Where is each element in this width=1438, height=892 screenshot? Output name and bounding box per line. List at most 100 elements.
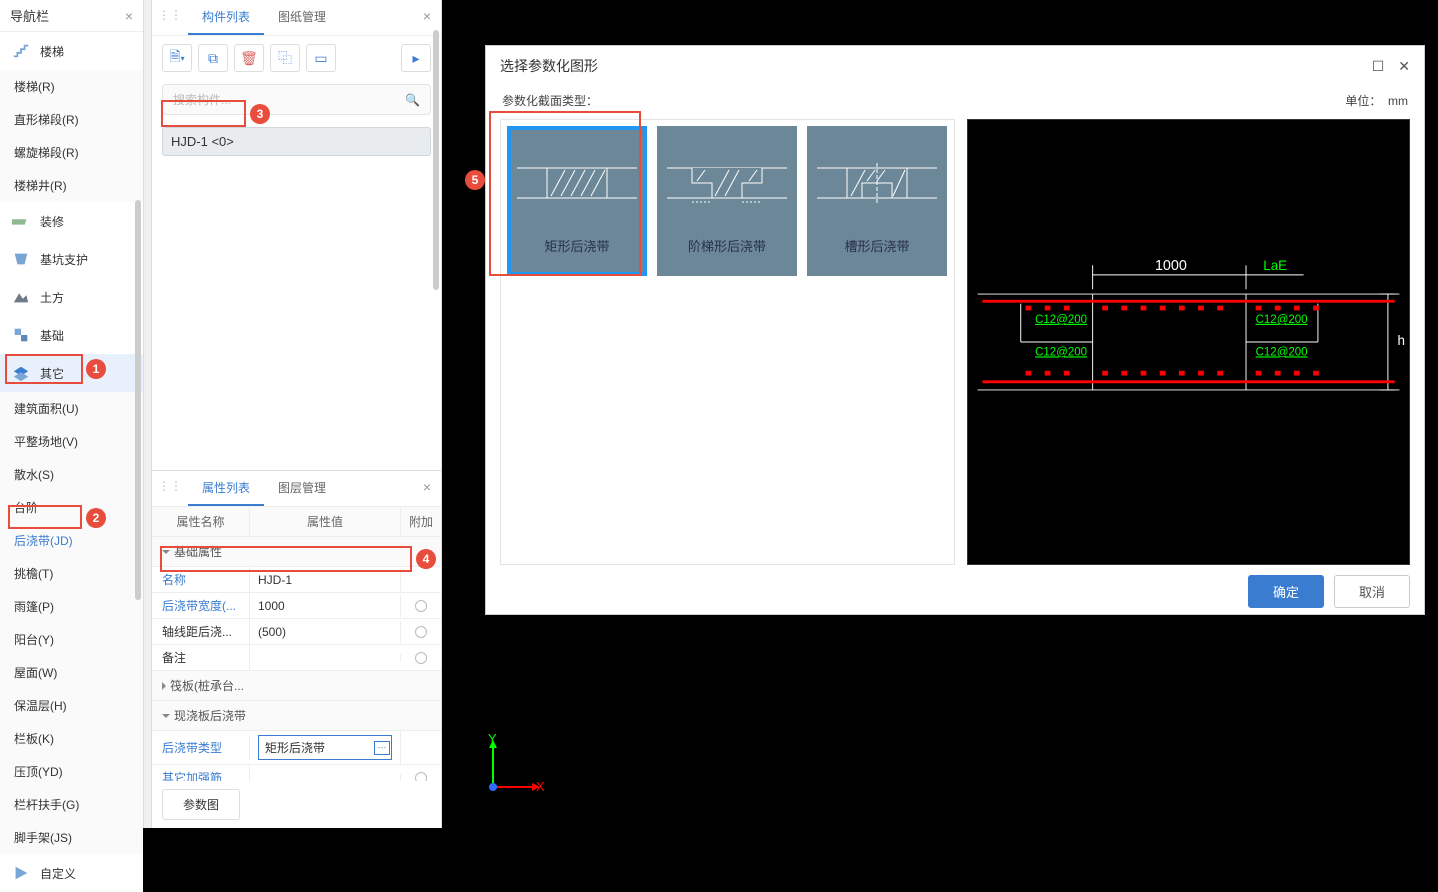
radio[interactable] [415, 626, 427, 638]
col-header-extra: 附加 [401, 507, 441, 536]
search-input[interactable]: 搜索构件... 🔍 [162, 84, 431, 115]
search-placeholder: 搜索构件... [173, 91, 231, 108]
rebar-spec[interactable]: C12@200 [1256, 346, 1308, 358]
more-button[interactable]: ▸ [401, 44, 431, 72]
nav-item[interactable]: 直形梯段(R) [0, 103, 143, 136]
param-button[interactable]: 参数图 [162, 789, 240, 820]
prop-name: 名称 [152, 567, 250, 592]
nav-cat-found[interactable]: 基础 [0, 316, 143, 354]
mountain-icon [12, 288, 30, 306]
nav-item[interactable]: 平整场地(V) [0, 425, 143, 458]
nav-cat-decor[interactable]: 装修 [0, 202, 143, 240]
nav-cat-label: 自定义 [40, 865, 76, 882]
nav-item-hjd[interactable]: 后浇带(JD) [0, 524, 143, 557]
nav-cat-label: 土方 [40, 289, 64, 306]
tab-properties[interactable]: 属性列表 [188, 471, 264, 506]
tab-drawings[interactable]: 图纸管理 [264, 0, 340, 35]
close-icon[interactable]: ✕ [1398, 58, 1410, 75]
nav-item[interactable]: 台阶 [0, 491, 143, 524]
tab-components[interactable]: 构件列表 [188, 0, 264, 35]
annot-5: 5 [465, 170, 485, 190]
dialog-parametric: 选择参数化图形 ☐ ✕ 参数化截面类型： 单位： mm 矩形后浇带 阶梯形后浇带 [485, 45, 1425, 615]
nav-item[interactable]: 阳台(Y) [0, 623, 143, 656]
nav-item[interactable]: 栏杆扶手(G) [0, 788, 143, 821]
radio[interactable] [415, 652, 427, 664]
radio[interactable] [415, 772, 427, 782]
radio[interactable] [415, 600, 427, 612]
nav-item[interactable]: 雨篷(P) [0, 590, 143, 623]
rebar-spec[interactable]: C12@200 [1035, 314, 1087, 326]
maximize-icon[interactable]: ☐ [1372, 58, 1385, 75]
cancel-button[interactable]: 取消 [1334, 575, 1410, 608]
nav-title: 导航栏 [10, 6, 49, 25]
shape-rect[interactable]: 矩形后浇带 [507, 126, 647, 276]
nav-item[interactable]: 散水(S) [0, 458, 143, 491]
prop-value[interactable]: (500) [250, 621, 401, 643]
tile-icon [12, 212, 30, 230]
nav-cat-label: 楼梯 [40, 43, 64, 60]
rebar-spec[interactable]: C12@200 [1035, 346, 1087, 358]
annot-3: 3 [250, 104, 270, 124]
ellipsis-button[interactable]: ⋯ [374, 741, 390, 755]
component-item[interactable]: HJD-1 <0> [162, 127, 431, 156]
nav-item[interactable]: 楼梯(R) [0, 70, 143, 103]
prop-value[interactable]: 1000 [250, 595, 401, 617]
preview-canvas[interactable]: 1000 LaE h C12@200 C12@200 C12@200 C12@2… [967, 119, 1410, 565]
prop-note: 备注 [152, 645, 250, 670]
new-button[interactable]: 🗎▾ [162, 44, 192, 72]
search-icon: 🔍 [405, 93, 420, 107]
group-raft[interactable]: 筏板(桩承台... [152, 671, 441, 701]
layer-button[interactable]: ▭ [306, 44, 336, 72]
shape-list: 矩形后浇带 阶梯形后浇带 槽形后浇带 [500, 119, 955, 565]
annot-2: 2 [86, 508, 106, 528]
prop-axis: 轴线距后浇... [152, 619, 250, 644]
shape-groove[interactable]: 槽形后浇带 [807, 126, 947, 276]
rebar-spec[interactable]: C12@200 [1256, 314, 1308, 326]
prop-value[interactable] [250, 654, 401, 662]
nav-item[interactable]: 屋面(W) [0, 656, 143, 689]
resize-handle[interactable] [144, 0, 152, 828]
nav-item[interactable]: 螺旋梯段(R) [0, 136, 143, 169]
nav-item[interactable]: 压顶(YD) [0, 755, 143, 788]
nav-cat-label: 基础 [40, 327, 64, 344]
prop-reinf: 其它加强筋 [152, 765, 250, 781]
annot-1: 1 [86, 359, 106, 379]
copy-button[interactable]: ⧉ [198, 44, 228, 72]
nav-item[interactable]: 保温层(H) [0, 689, 143, 722]
grip-icon[interactable]: ⋮⋮ [152, 471, 188, 506]
nav-item[interactable]: 建筑面积(U) [0, 392, 143, 425]
ok-button[interactable]: 确定 [1248, 575, 1324, 608]
group-base[interactable]: 基础属性 [152, 537, 441, 567]
nav-cat-label: 其它 [40, 365, 64, 382]
nav-item[interactable]: 栏板(K) [0, 722, 143, 755]
nav-item[interactable]: 挑檐(T) [0, 557, 143, 590]
axis-x-label: X [536, 779, 545, 794]
nav-item[interactable]: 楼梯井(R) [0, 169, 143, 202]
tab-layers[interactable]: 图层管理 [264, 471, 340, 506]
duplicate-button[interactable]: ⿻ [270, 44, 300, 72]
nav-cat-pit[interactable]: 基坑支护 [0, 240, 143, 278]
close-icon[interactable]: × [125, 8, 133, 24]
close-icon[interactable]: × [413, 471, 441, 506]
cubes-icon [12, 326, 30, 344]
layers-icon [12, 364, 30, 382]
prop-value[interactable]: HJD-1 [250, 569, 401, 591]
nav-cat-custom[interactable]: 自定义 [0, 854, 143, 892]
nav-cat-earth[interactable]: 土方 [0, 278, 143, 316]
unit-label: 单位： mm [1345, 92, 1408, 109]
group-cast[interactable]: 现浇板后浇带 [152, 701, 441, 731]
dim-1000: 1000 [1155, 258, 1187, 274]
col-header-value: 属性值 [250, 507, 401, 536]
nav-cat-other[interactable]: 其它 [0, 354, 143, 392]
shape-label: 阶梯形后浇带 [688, 236, 766, 255]
annot-4: 4 [416, 549, 436, 569]
scrollbar[interactable] [135, 200, 141, 600]
nav-cat-stairs[interactable]: 楼梯 [0, 32, 143, 70]
axis-y-label: Y [488, 731, 497, 746]
nav-item[interactable]: 脚手架(JS) [0, 821, 143, 854]
prop-type-value[interactable]: 矩形后浇带⋯ [250, 731, 401, 764]
delete-button[interactable]: 🗑 [234, 44, 264, 72]
grip-icon[interactable]: ⋮⋮ [152, 0, 188, 35]
prop-width: 后浇带宽度(... [152, 593, 250, 618]
shape-step[interactable]: 阶梯形后浇带 [657, 126, 797, 276]
